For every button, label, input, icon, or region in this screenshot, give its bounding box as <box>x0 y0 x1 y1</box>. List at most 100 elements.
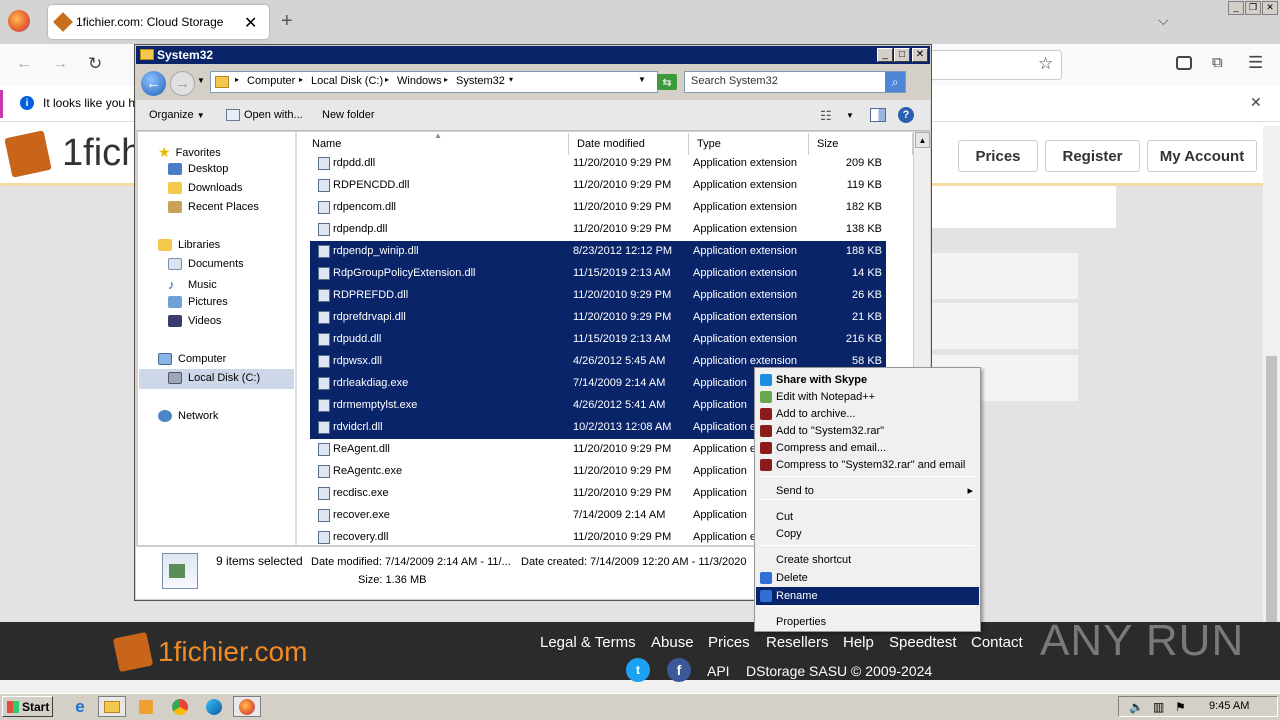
context-menu-item[interactable]: Share with Skype <box>756 371 979 389</box>
close-notification-icon[interactable]: ✕ <box>1250 94 1262 111</box>
facebook-icon[interactable]: f <box>667 658 691 682</box>
site-logo-text[interactable]: 1fich <box>62 132 142 175</box>
footer-link-contact[interactable]: Contact <box>971 634 1023 651</box>
context-menu-item[interactable]: Create shortcut <box>756 551 979 569</box>
file-row[interactable]: RDPREFDD.dll 11/20/2010 9:29 PM Applicatio… <box>310 285 886 307</box>
back-icon[interactable]: ← <box>16 55 32 73</box>
file-row[interactable]: rdpendp_winip.dll 8/23/2012 12:12 PM Appli… <box>310 241 886 263</box>
column-name[interactable]: Name ▲ <box>304 131 569 155</box>
refresh-icon[interactable]: ⇆ <box>657 74 677 90</box>
organize-button[interactable]: Organize ▼ <box>149 109 205 121</box>
scroll-up-icon[interactable]: ▲ <box>915 132 930 148</box>
clock[interactable]: 9:45 AM <box>1209 700 1249 712</box>
context-menu-item[interactable]: Cut <box>756 508 979 526</box>
nav-documents[interactable]: Documents <box>168 258 244 270</box>
explorer-back-icon[interactable]: ← <box>141 71 166 96</box>
register-button[interactable]: Register <box>1045 140 1140 172</box>
reload-icon[interactable]: ↻ <box>88 54 102 74</box>
file-row[interactable]: RdpGroupPolicyExtension.dll 11/15/2019 2:… <box>310 263 886 285</box>
footer-link-resellers[interactable]: Resellers <box>766 634 829 651</box>
view-dropdown-icon[interactable]: ▼ <box>846 111 854 120</box>
nav-music[interactable]: ♪ Music <box>168 277 217 292</box>
pocket-icon[interactable] <box>1176 56 1192 70</box>
extensions-icon[interactable]: ⧉ <box>1212 54 1223 71</box>
context-menu-item[interactable]: Add to "System32.rar" <box>756 422 979 440</box>
address-dropdown-icon[interactable]: ▼ <box>638 75 646 84</box>
footer-link-prices[interactable]: Prices <box>708 634 750 651</box>
column-date[interactable]: Date modified <box>569 133 689 155</box>
chrome-taskbar-icon[interactable] <box>166 696 194 717</box>
context-menu-item[interactable]: Send to ▸ <box>756 482 979 500</box>
nav-computer[interactable]: Computer <box>158 353 226 365</box>
context-menu-item[interactable]: Copy <box>756 525 979 543</box>
minimize-icon[interactable]: _ <box>1228 1 1244 15</box>
network-tray-icon[interactable]: ▥ <box>1153 700 1164 714</box>
breadcrumb-local-disk[interactable]: Local Disk (C:) <box>311 75 383 87</box>
file-row[interactable]: rdpencom.dll 11/20/2010 9:29 PM Applicatio… <box>310 197 886 219</box>
nav-pictures[interactable]: Pictures <box>168 296 228 308</box>
bookmark-star-icon[interactable]: ☆ <box>1038 54 1053 74</box>
explorer-forward-icon[interactable]: → <box>170 71 195 96</box>
breadcrumb-system32[interactable]: System32 <box>456 75 505 87</box>
footer-link-legal[interactable]: Legal & Terms <box>540 634 636 651</box>
prices-button[interactable]: Prices <box>958 140 1038 172</box>
close-icon[interactable]: ✕ <box>1262 1 1278 15</box>
page-scrollbar[interactable] <box>1263 126 1280 666</box>
preview-pane-icon[interactable] <box>870 108 886 122</box>
footer-link-speedtest[interactable]: Speedtest <box>889 634 957 651</box>
explorer-taskbar-icon[interactable] <box>98 696 126 717</box>
history-dropdown-icon[interactable]: ▼ <box>197 76 205 85</box>
context-menu-item[interactable]: Properties <box>756 613 979 631</box>
nav-recent-places[interactable]: Recent Places <box>168 201 259 213</box>
close-tab-icon[interactable]: ✕ <box>244 13 257 33</box>
search-input[interactable]: Search System32 ⌕ <box>684 71 906 93</box>
new-folder-button[interactable]: New folder <box>322 109 375 121</box>
nav-downloads[interactable]: Downloads <box>168 182 242 194</box>
start-button[interactable]: Start <box>2 696 53 717</box>
address-field[interactable]: ▸ Computer ▸ Local Disk (C:) ▸ Windows ▸… <box>210 71 658 93</box>
footer-link-help[interactable]: Help <box>843 634 874 651</box>
view-options-icon[interactable]: ☷ <box>820 108 832 124</box>
firefox-icon[interactable] <box>8 10 30 32</box>
restore-icon[interactable]: ❐ <box>1245 1 1261 15</box>
breadcrumb-arrow-icon[interactable]: ▾ <box>509 75 513 84</box>
menu-icon[interactable]: ☰ <box>1248 53 1263 73</box>
nav-libraries[interactable]: Libraries <box>158 239 220 251</box>
browser-tab[interactable]: 1fichier.com: Cloud Storage ✕ <box>48 5 269 39</box>
open-with-button[interactable]: Open with... <box>244 109 303 121</box>
context-menu-item[interactable]: Add to archive... <box>756 405 979 423</box>
ie-taskbar-icon[interactable]: e <box>66 696 94 717</box>
explorer-maximize-icon[interactable]: □ <box>894 48 910 62</box>
context-menu-item[interactable]: Rename <box>756 587 979 605</box>
search-icon[interactable]: ⌕ <box>885 72 905 92</box>
breadcrumb-arrow-icon[interactable]: ▸ <box>299 75 303 84</box>
page-scroll-thumb[interactable] <box>1266 356 1277 656</box>
explorer-title-bar[interactable]: System32 <box>136 46 930 64</box>
context-menu-item[interactable]: Compress and email... <box>756 439 979 457</box>
volume-icon[interactable]: 🔈 <box>1129 700 1144 714</box>
file-row[interactable]: RDPENCDD.dll 11/20/2010 9:29 PM Applicatio… <box>310 175 886 197</box>
breadcrumb-arrow-icon[interactable]: ▸ <box>235 75 239 84</box>
breadcrumb-computer[interactable]: Computer <box>247 75 295 87</box>
nav-favorites[interactable]: ★ Favorites <box>158 144 221 161</box>
column-size[interactable]: Size <box>809 133 913 155</box>
new-tab-icon[interactable]: + <box>281 10 293 33</box>
explorer-minimize-icon[interactable]: _ <box>877 48 893 62</box>
footer-link-abuse[interactable]: Abuse <box>651 634 694 651</box>
file-row[interactable]: rdprefdrvapi.dll 11/20/2010 9:29 PM Applic… <box>310 307 886 329</box>
forward-icon[interactable]: → <box>52 55 68 73</box>
footer-link-api[interactable]: API <box>707 663 730 679</box>
tab-list-chevron-icon[interactable]: ⌵ <box>1158 12 1169 29</box>
nav-network[interactable]: Network <box>158 410 218 422</box>
help-icon[interactable]: ? <box>898 107 914 123</box>
file-row[interactable]: rdpdd.dll 11/20/2010 9:29 PM Application e… <box>310 153 886 175</box>
breadcrumb-windows[interactable]: Windows <box>397 75 442 87</box>
nav-desktop[interactable]: Desktop <box>168 163 228 175</box>
media-player-taskbar-icon[interactable] <box>132 696 160 717</box>
nav-local-disk[interactable]: Local Disk (C:) <box>168 372 260 384</box>
explorer-close-icon[interactable]: ✕ <box>912 48 928 62</box>
edge-taskbar-icon[interactable] <box>200 696 228 717</box>
context-menu-item[interactable]: Compress to "System32.rar" and email <box>756 456 979 474</box>
breadcrumb-arrow-icon[interactable]: ▸ <box>444 75 448 84</box>
context-menu-item[interactable]: Edit with Notepad++ <box>756 388 979 406</box>
